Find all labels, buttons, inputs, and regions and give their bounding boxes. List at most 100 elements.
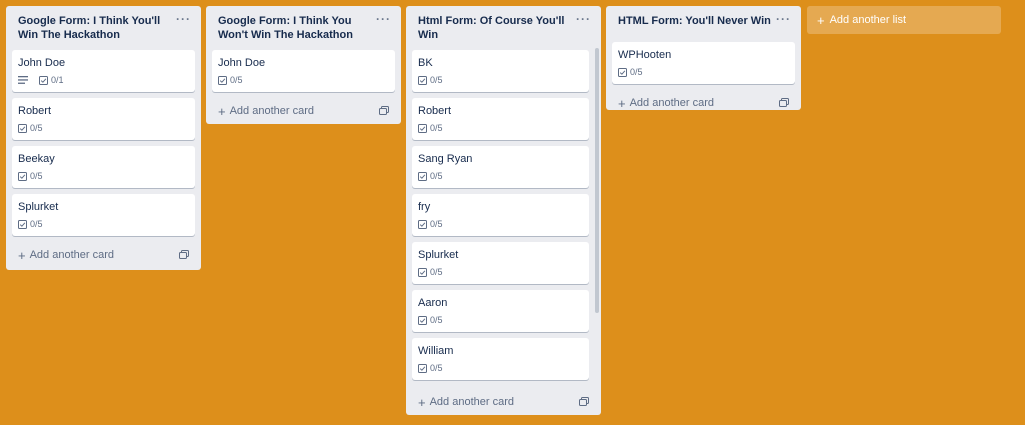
checklist-icon xyxy=(418,75,427,85)
checklist-icon xyxy=(418,363,427,373)
checklist-count: 0/1 xyxy=(51,75,64,85)
card-title: Beekay xyxy=(18,153,55,165)
checklist-icon xyxy=(418,219,427,229)
card-badges: 0/5 xyxy=(18,217,189,231)
card[interactable]: John Doe 0/5 xyxy=(212,50,395,92)
list-title[interactable]: HTML Form: You'll Never Win xyxy=(618,15,771,27)
checklist-count: 0/5 xyxy=(430,123,443,133)
card[interactable]: Aaron 0/5 xyxy=(412,290,589,332)
list-title[interactable]: Html Form: Of Course You'll Win xyxy=(418,15,564,41)
checklist-count: 0/5 xyxy=(430,363,443,373)
checklist-badge: 0/5 xyxy=(418,75,443,85)
card[interactable]: Splurket 0/5 xyxy=(12,194,195,236)
card-badges: 0/1 xyxy=(18,73,189,87)
checklist-count: 0/5 xyxy=(430,171,443,181)
card-list: WPHooten 0/5 xyxy=(606,42,801,84)
card-badges: 0/5 xyxy=(218,73,389,87)
checklist-icon xyxy=(418,267,427,277)
checklist-badge: 0/5 xyxy=(418,171,443,181)
add-card-button[interactable]: + Add another card xyxy=(6,242,201,268)
list-4: HTML Form: You'll Never Win ··· WPHooten… xyxy=(606,6,801,110)
list-title[interactable]: Google Form: I Think You Won't Win The H… xyxy=(218,15,353,41)
card-template-icon[interactable] xyxy=(379,106,389,115)
list-menu-icon[interactable]: ··· xyxy=(576,12,591,26)
card[interactable]: Robert 0/5 xyxy=(412,98,589,140)
card-title: Robert xyxy=(18,105,52,117)
checklist-icon xyxy=(418,123,427,133)
card-template-icon[interactable] xyxy=(579,397,589,406)
scrollbar[interactable] xyxy=(595,48,599,313)
checklist-count: 0/5 xyxy=(30,219,43,229)
checklist-icon xyxy=(18,171,27,181)
list-header[interactable]: Google Form: I Think You'll Win The Hack… xyxy=(6,6,201,50)
checklist-icon xyxy=(39,75,48,85)
add-list-button[interactable]: + Add another list xyxy=(807,6,1001,34)
list-2: Google Form: I Think You Won't Win The H… xyxy=(206,6,401,124)
description-icon xyxy=(18,76,31,84)
plus-icon: + xyxy=(817,12,825,28)
checklist-count: 0/5 xyxy=(630,67,643,77)
card[interactable]: Beekay 0/5 xyxy=(12,146,195,188)
card-title: Robert xyxy=(418,105,452,117)
card-badges: 0/5 xyxy=(418,169,583,183)
checklist-count: 0/5 xyxy=(30,123,43,133)
card-badges: 0/5 xyxy=(618,65,789,79)
add-card-label: Add another card xyxy=(229,105,314,117)
list-3: Html Form: Of Course You'll Win ··· BK 0… xyxy=(406,6,601,415)
checklist-count: 0/5 xyxy=(430,315,443,325)
checklist-badge: 0/5 xyxy=(218,75,243,85)
list-title[interactable]: Google Form: I Think You'll Win The Hack… xyxy=(18,15,160,41)
add-card-button[interactable]: + Add another card xyxy=(406,389,601,415)
card[interactable]: WPHooten 0/5 xyxy=(612,42,795,84)
checklist-badge: 0/5 xyxy=(18,123,43,133)
add-card-label: Add another card xyxy=(429,396,514,408)
card[interactable]: Robert 0/5 xyxy=(12,98,195,140)
checklist-badge: 0/5 xyxy=(18,219,43,229)
card[interactable]: Splurket 0/5 xyxy=(412,242,589,284)
checklist-count: 0/5 xyxy=(430,75,443,85)
checklist-icon xyxy=(618,67,627,77)
list-menu-icon[interactable]: ··· xyxy=(776,12,791,26)
card[interactable]: Sang Ryan 0/5 xyxy=(412,146,589,188)
card-title: Sang Ryan xyxy=(418,153,473,165)
board: Google Form: I Think You'll Win The Hack… xyxy=(0,0,1025,425)
list-menu-icon[interactable]: ··· xyxy=(176,12,191,26)
add-list-label: Add another list xyxy=(829,14,907,26)
checklist-icon xyxy=(18,219,27,229)
card-title: John Doe xyxy=(18,57,66,69)
card-badges: 0/5 xyxy=(418,217,583,231)
add-card-button[interactable]: + Add another card xyxy=(206,98,401,124)
card-badges: 0/5 xyxy=(418,121,583,135)
list-1: Google Form: I Think You'll Win The Hack… xyxy=(6,6,201,270)
card[interactable]: fry 0/5 xyxy=(412,194,589,236)
card[interactable]: William 0/5 xyxy=(412,338,589,380)
checklist-badge: 0/5 xyxy=(18,171,43,181)
plus-icon: + xyxy=(18,247,26,263)
list-menu-icon[interactable]: ··· xyxy=(376,12,391,26)
checklist-icon xyxy=(218,75,227,85)
card-title: John Doe xyxy=(218,57,266,69)
card-title: WPHooten xyxy=(618,49,672,61)
list-header[interactable]: HTML Form: You'll Never Win ··· xyxy=(606,6,801,42)
card-badges: 0/5 xyxy=(418,73,583,87)
checklist-icon xyxy=(418,171,427,181)
add-card-button[interactable]: + Add another card xyxy=(606,90,801,116)
checklist-count: 0/5 xyxy=(30,171,43,181)
card-list: John Doe 0/5 xyxy=(206,50,401,92)
card[interactable]: BK 0/5 xyxy=(412,50,589,92)
plus-icon: + xyxy=(218,103,226,119)
list-header[interactable]: Html Form: Of Course You'll Win ··· xyxy=(406,6,601,50)
card-badges: 0/5 xyxy=(418,265,583,279)
checklist-count: 0/5 xyxy=(430,219,443,229)
checklist-badge: 0/5 xyxy=(418,363,443,373)
checklist-badge: 0/5 xyxy=(418,123,443,133)
list-header[interactable]: Google Form: I Think You Won't Win The H… xyxy=(206,6,401,50)
checklist-count: 0/5 xyxy=(230,75,243,85)
card-badges: 0/5 xyxy=(18,169,189,183)
checklist-badge: 0/5 xyxy=(418,267,443,277)
card-template-icon[interactable] xyxy=(179,250,189,259)
card-title: Splurket xyxy=(18,201,59,213)
card-template-icon[interactable] xyxy=(779,98,789,107)
card[interactable]: John Doe 0/1 xyxy=(12,50,195,92)
checklist-icon xyxy=(418,315,427,325)
